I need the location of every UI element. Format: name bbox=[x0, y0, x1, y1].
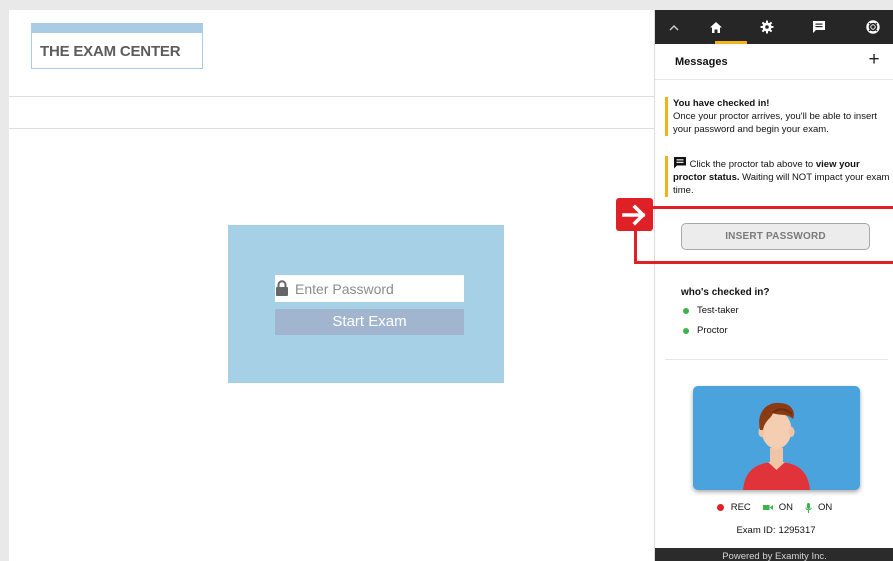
message-title: You have checked in! bbox=[673, 98, 770, 109]
message-proctor-status: Click the proctor tab above to view your… bbox=[665, 156, 890, 197]
checked-in-label: Test-taker bbox=[697, 305, 739, 316]
checked-in-label: Proctor bbox=[697, 325, 728, 336]
login-card: Start Exam bbox=[228, 225, 504, 383]
camera-icon bbox=[762, 505, 773, 510]
panel-footer: Powered by Examity Inc. bbox=[655, 548, 893, 561]
checked-in-title: who's checked in? bbox=[681, 287, 770, 298]
start-exam-button[interactable]: Start Exam bbox=[275, 309, 464, 335]
messages-divider bbox=[655, 79, 893, 80]
panel-nav bbox=[655, 10, 893, 44]
highlight-box bbox=[634, 206, 893, 264]
chat-icon bbox=[674, 157, 686, 169]
arrow-right-icon bbox=[616, 198, 653, 231]
message-body: Once your proctor arrives, you'll be abl… bbox=[673, 111, 878, 135]
message-checked-in: You have checked in! Once your proctor a… bbox=[665, 97, 890, 136]
messages-title: Messages bbox=[675, 56, 728, 68]
exam-id-label: Exam ID: bbox=[736, 525, 776, 536]
checked-in-divider bbox=[665, 359, 888, 360]
mic-label: ON bbox=[818, 502, 833, 513]
rec-label: REC bbox=[730, 502, 751, 513]
home-icon[interactable] bbox=[701, 10, 731, 44]
checked-in-item: Proctor bbox=[683, 325, 728, 336]
recording-status: REC ON ON bbox=[655, 502, 893, 513]
header-divider bbox=[9, 96, 654, 97]
page: THE EXAM CENTER Start Exam Messages + Yo… bbox=[0, 0, 893, 561]
gear-icon[interactable] bbox=[752, 10, 782, 44]
camera-label: ON bbox=[778, 502, 794, 513]
left-border bbox=[0, 10, 9, 561]
logo-text: THE EXAM CENTER bbox=[40, 43, 181, 60]
password-field[interactable] bbox=[275, 275, 476, 302]
microphone-icon bbox=[805, 502, 812, 513]
exam-center-logo: THE EXAM CENTER bbox=[31, 23, 203, 69]
exam-id-value: 1295317 bbox=[778, 525, 816, 536]
subheader-divider bbox=[9, 128, 654, 129]
chevron-up-icon[interactable] bbox=[659, 10, 689, 44]
record-icon bbox=[716, 504, 724, 511]
logo-accent-bar bbox=[32, 24, 202, 33]
active-tab-indicator bbox=[715, 41, 747, 44]
proctor-panel: Messages + You have checked in! Once you… bbox=[654, 10, 893, 561]
lifebuoy-icon[interactable] bbox=[858, 10, 888, 44]
online-dot-icon bbox=[683, 307, 689, 314]
add-icon[interactable]: + bbox=[864, 50, 884, 70]
rec-status: REC bbox=[716, 502, 751, 513]
camera-status: ON bbox=[762, 502, 794, 513]
password-input[interactable] bbox=[289, 276, 476, 301]
mic-status: ON bbox=[805, 502, 832, 513]
chat-icon[interactable] bbox=[804, 10, 834, 44]
message-text: Click the proctor tab above to bbox=[689, 159, 816, 170]
online-dot-icon bbox=[683, 327, 689, 334]
user-avatar-icon bbox=[743, 402, 810, 490]
checked-in-item: Test-taker bbox=[683, 305, 739, 316]
webcam-preview bbox=[693, 386, 860, 490]
top-strip bbox=[0, 0, 893, 10]
lock-icon bbox=[275, 275, 289, 302]
exam-id: Exam ID: 1295317 bbox=[655, 525, 893, 536]
